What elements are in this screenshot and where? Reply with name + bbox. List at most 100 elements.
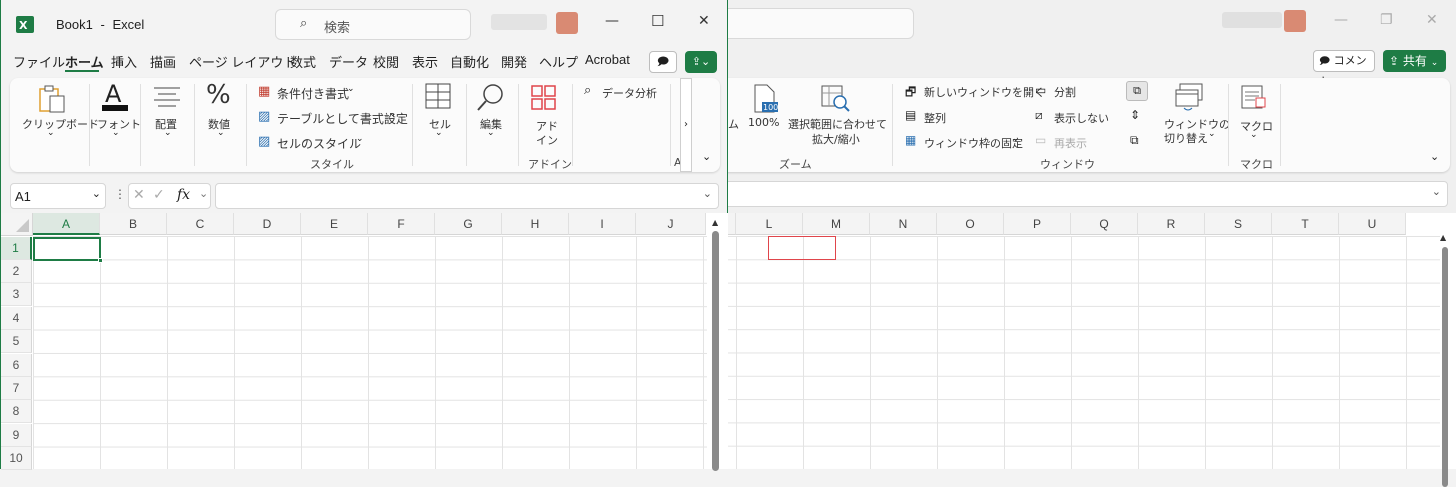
column-header[interactable]: F xyxy=(368,213,435,235)
row-header[interactable]: 4 xyxy=(1,307,32,330)
column-header[interactable]: M xyxy=(803,213,870,235)
avatar[interactable] xyxy=(556,12,578,34)
formula-input[interactable]: ⌄ xyxy=(215,183,719,209)
menu-acrobat[interactable]: Acrobat xyxy=(585,52,630,67)
row-header[interactable]: 9 xyxy=(1,424,32,447)
row-header[interactable]: 3 xyxy=(1,283,32,306)
column-header-label: S xyxy=(1233,217,1242,231)
comment-icon[interactable]: 🗩 xyxy=(649,51,677,73)
split-button[interactable]: 分割 xyxy=(1054,84,1076,100)
name-box[interactable]: A1 ⌄ xyxy=(10,183,106,209)
scroll-up-icon[interactable]: ▲ xyxy=(1440,233,1446,242)
column-header[interactable]: P xyxy=(1004,213,1071,235)
row-header[interactable]: 7 xyxy=(1,377,32,400)
row-header[interactable]: 2 xyxy=(1,260,32,283)
enter-icon[interactable]: ✓ xyxy=(153,187,165,203)
menu-automate[interactable]: 自動化 xyxy=(450,52,489,71)
zoom-selection-button[interactable]: 選択範囲に合わせて xyxy=(788,116,887,132)
menu-page-layout[interactable]: ページ レイアウト xyxy=(189,52,296,71)
menu-formulas[interactable]: 数式 xyxy=(290,52,316,71)
menu-review[interactable]: 校閲 xyxy=(373,52,399,71)
row-header[interactable]: 6 xyxy=(1,354,32,377)
row-header[interactable]: 10 xyxy=(1,447,32,470)
cell-styles-button[interactable]: セルのスタイル xyxy=(277,135,361,152)
column-header[interactable]: G xyxy=(435,213,502,235)
bg-close-icon[interactable]: ✕ xyxy=(1426,12,1438,28)
freeze-panes-button[interactable]: ウィンドウ枠の固定 xyxy=(924,135,1023,151)
svg-text:100: 100 xyxy=(763,103,778,112)
share-icon[interactable]: ⇪⌄ xyxy=(685,51,717,73)
column-header[interactable]: R xyxy=(1138,213,1205,235)
column-header[interactable]: U xyxy=(1339,213,1406,235)
menu-help[interactable]: ヘルプ xyxy=(539,52,578,71)
conditional-format-button[interactable]: 条件付き書式 xyxy=(277,85,349,102)
hide-button[interactable]: 表示しない xyxy=(1054,110,1109,126)
row-header[interactable]: 5 xyxy=(1,330,32,353)
chevron-down-icon[interactable]: ⌄ xyxy=(703,187,712,200)
bg-search-box[interactable] xyxy=(700,8,914,39)
bg-restore-icon[interactable]: ❐ xyxy=(1380,12,1393,28)
reset-window-icon[interactable]: ⧉ xyxy=(1130,133,1139,148)
menu-home[interactable]: ホーム xyxy=(65,52,104,71)
column-header[interactable]: I xyxy=(569,213,636,235)
ribbon-scroll-right-icon[interactable]: › xyxy=(680,78,692,172)
maximize-icon[interactable]: ☐ xyxy=(651,12,664,30)
column-header[interactable]: H xyxy=(502,213,569,235)
fill-handle[interactable] xyxy=(98,258,103,263)
row-header[interactable]: 8 xyxy=(1,400,32,423)
ribbon-collapse-icon[interactable]: ⌄ xyxy=(702,150,711,163)
menu-draw[interactable]: 描画 xyxy=(150,52,176,71)
insert-function-button[interactable]: fx xyxy=(177,187,190,203)
minimize-icon[interactable]: — xyxy=(605,13,619,29)
bg-minimize-icon[interactable]: — xyxy=(1334,12,1348,28)
scrollbar-thumb[interactable] xyxy=(1442,247,1448,487)
select-all-corner[interactable] xyxy=(1,213,33,236)
column-header[interactable]: L xyxy=(736,213,803,235)
ribbon-collapse-icon[interactable]: ⌄ xyxy=(1430,150,1439,163)
separator xyxy=(670,84,671,166)
bg-cells[interactable] xyxy=(700,236,1440,469)
column-header[interactable]: N xyxy=(870,213,937,235)
cells[interactable] xyxy=(33,236,707,469)
bg-formula-bar[interactable]: ⌄ xyxy=(700,181,1448,207)
menu-developer[interactable]: 開発 xyxy=(501,52,527,71)
data-analysis-button[interactable]: データ分析 xyxy=(602,85,657,101)
clipboard-button[interactable]: クリップボード xyxy=(22,116,99,132)
column-header[interactable]: D xyxy=(234,213,301,235)
bg-selected-cell[interactable] xyxy=(768,236,836,260)
zoom-100-button[interactable]: 100% xyxy=(748,116,779,129)
scroll-up-icon[interactable]: ▲ xyxy=(712,218,718,227)
bg-worksheet-grid[interactable]: K L M N O P Q R S T U ▲ xyxy=(700,213,1456,487)
bg-avatar[interactable] xyxy=(1284,10,1306,32)
bg-share-button[interactable]: ⇪ 共有 ⌄ xyxy=(1383,50,1446,72)
column-header-selected[interactable]: A xyxy=(33,213,100,235)
bg-vertical-scrollbar[interactable]: ▲ xyxy=(1440,233,1448,487)
row-header-selected[interactable]: 1 xyxy=(1,237,32,260)
menu-insert[interactable]: 挿入 xyxy=(111,52,137,71)
column-header[interactable]: O xyxy=(937,213,1004,235)
close-icon[interactable]: ✕ xyxy=(698,13,710,29)
column-header[interactable]: Q xyxy=(1071,213,1138,235)
column-header[interactable]: T xyxy=(1272,213,1339,235)
cancel-icon[interactable]: ✕ xyxy=(133,187,145,203)
menu-file[interactable]: ファイル xyxy=(13,52,65,71)
view-side-by-side-icon[interactable]: ⧉ xyxy=(1126,81,1148,101)
search-box[interactable]: ⌕ 検索 xyxy=(275,9,471,40)
column-header[interactable]: S xyxy=(1205,213,1272,235)
new-window-button[interactable]: 新しいウィンドウを開く xyxy=(924,84,1045,100)
vertical-scrollbar[interactable]: ▲ xyxy=(711,218,721,471)
bg-comment-button[interactable]: 🗩 コメント xyxy=(1313,50,1375,88)
column-header[interactable]: E xyxy=(301,213,368,235)
menu-data[interactable]: データ xyxy=(329,52,368,71)
column-header[interactable]: C xyxy=(167,213,234,235)
arrange-button[interactable]: 整列 xyxy=(924,110,946,126)
column-header[interactable]: B xyxy=(100,213,167,235)
more-options-icon[interactable]: ⋮ xyxy=(114,187,126,201)
active-cell-a1[interactable] xyxy=(33,237,103,263)
menu-view[interactable]: 表示 xyxy=(412,52,438,71)
scrollbar-thumb[interactable] xyxy=(712,231,719,471)
sync-scroll-icon[interactable]: ⇕ xyxy=(1130,108,1140,122)
column-header[interactable]: J xyxy=(636,213,706,235)
chevron-down-icon[interactable]: ⌄ xyxy=(92,187,101,200)
worksheet-grid[interactable]: A B C D E F G H I J 1 2 3 4 5 6 7 8 9 10… xyxy=(1,213,728,471)
